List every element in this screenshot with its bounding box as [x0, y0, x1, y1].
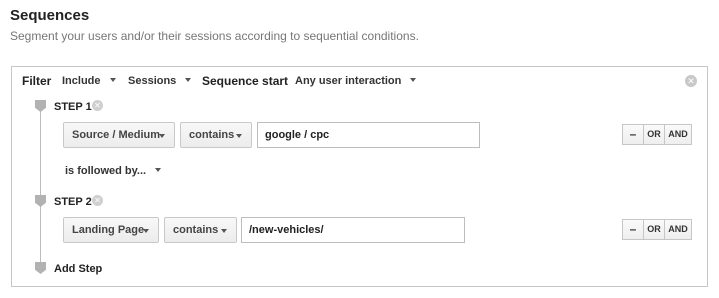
- step-1-operator-label: contains: [189, 129, 235, 141]
- followed-by-label: is followed by...: [65, 165, 147, 177]
- followed-by-dropdown[interactable]: is followed by...: [65, 165, 162, 177]
- sequence-start-dropdown-label: Any user interaction: [295, 75, 402, 87]
- step-1-or-button[interactable]: OR: [643, 124, 665, 145]
- caret-down-icon: [410, 78, 417, 83]
- step-1-dimension-select[interactable]: Source / Medium: [63, 122, 175, 148]
- scope-dropdown[interactable]: Sessions: [128, 75, 192, 87]
- include-dropdown[interactable]: Include: [62, 75, 116, 87]
- page-title: Sequences: [10, 7, 90, 24]
- step-1-operator-select[interactable]: contains: [180, 122, 252, 148]
- scope-dropdown-label: Sessions: [128, 75, 177, 87]
- step-marker-icon: [35, 262, 46, 274]
- step-2-label: STEP 2: [54, 196, 92, 208]
- step-2-remove-condition-button[interactable]: –: [622, 219, 644, 240]
- step-1-condition-buttons: – OR AND: [622, 124, 692, 145]
- sequence-panel: Filter Include Sessions Sequence start A…: [11, 66, 708, 287]
- filter-row: Filter Include Sessions Sequence start A…: [12, 67, 707, 95]
- caret-down-icon: [221, 229, 227, 233]
- step-2-value-input[interactable]: [241, 217, 465, 243]
- caret-down-icon: [185, 78, 192, 83]
- sequence-start-label: Sequence start: [202, 74, 289, 88]
- close-icon[interactable]: ✕: [685, 75, 697, 87]
- step-2-operator-select[interactable]: contains: [164, 217, 237, 243]
- step-1-and-button[interactable]: AND: [664, 124, 692, 145]
- caret-down-icon: [236, 134, 242, 138]
- caret-down-icon: [109, 78, 116, 83]
- step-2-and-button[interactable]: AND: [664, 219, 692, 240]
- step-2-or-button[interactable]: OR: [643, 219, 665, 240]
- step-connector-line: [40, 105, 41, 267]
- remove-step-2-icon[interactable]: ✕: [92, 195, 103, 206]
- step-1-remove-condition-button[interactable]: –: [622, 124, 644, 145]
- step-2-operator-label: contains: [173, 224, 219, 236]
- sequence-start-dropdown[interactable]: Any user interaction: [295, 75, 417, 87]
- caret-down-icon: [155, 168, 162, 173]
- step-marker-icon: [35, 100, 46, 112]
- step-1-label: STEP 1: [54, 101, 92, 113]
- include-dropdown-label: Include: [62, 75, 101, 87]
- remove-step-1-icon[interactable]: ✕: [92, 100, 103, 111]
- add-step-link[interactable]: Add Step: [54, 263, 102, 275]
- step-2-dimension-label: Landing Page: [72, 224, 145, 236]
- step-1-value-input[interactable]: [257, 122, 480, 148]
- caret-down-icon: [159, 134, 165, 138]
- step-1-dimension-label: Source / Medium: [72, 129, 161, 141]
- filter-label: Filter: [22, 74, 52, 88]
- page-subtitle: Segment your users and/or their sessions…: [10, 29, 419, 43]
- step-marker-icon: [35, 195, 46, 207]
- step-2-condition-buttons: – OR AND: [622, 219, 692, 240]
- step-2-dimension-select[interactable]: Landing Page: [63, 217, 159, 243]
- caret-down-icon: [143, 229, 149, 233]
